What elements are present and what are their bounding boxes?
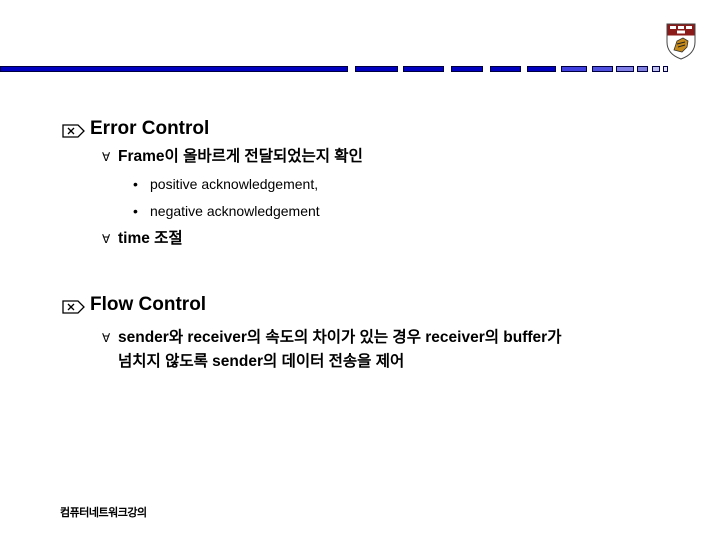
bullet-icon: • — [133, 203, 138, 219]
box-x-arrow-icon — [62, 298, 86, 314]
check-icon: ∀ — [102, 331, 111, 345]
section-flow-control: Flow Control — [62, 294, 206, 316]
sub-list-item: • positive acknowledgement, — [133, 176, 318, 192]
section-title: Error Control — [90, 118, 210, 139]
header-bar-segment — [652, 66, 660, 72]
header-bar-segment — [592, 66, 613, 72]
header-bar-segment — [355, 66, 398, 72]
check-icon: ∀ — [102, 232, 111, 246]
section-error-control: Error Control — [62, 118, 209, 140]
university-crest-icon — [665, 22, 697, 60]
box-x-arrow-icon — [62, 122, 86, 138]
check-icon: ∀ — [102, 150, 111, 164]
header-bar-segment — [637, 66, 648, 72]
section-title: Flow Control — [90, 294, 207, 315]
header-bar-segment — [663, 66, 668, 72]
header-bar-segment — [527, 66, 556, 72]
footer-course-title: 컴퓨터네트워크강의 — [60, 507, 147, 519]
list-item: ∀ time 조절 — [102, 227, 183, 251]
sub-list-item: • negative acknowledgement — [133, 203, 320, 219]
sub-item-text: positive acknowledgement, — [150, 176, 319, 192]
item-text: Frame이 올바르게 전달되었는지 확인 — [118, 148, 363, 165]
list-item: ∀ Frame이 올바르게 전달되었는지 확인 — [102, 145, 363, 169]
header-bar-segment — [451, 66, 483, 72]
header-bar-segment — [490, 66, 521, 72]
item-text-continued: 넘치지 않도록 sender의 데이터 전송을 제어 — [118, 353, 405, 370]
list-item: ∀ sender와 receiver의 속도의 차이가 있는 경우 receive… — [102, 326, 561, 374]
item-text: time 조절 — [118, 230, 183, 247]
header-bar-segment — [0, 66, 348, 72]
bullet-icon: • — [133, 176, 138, 192]
header-bar-segment — [616, 66, 634, 72]
sub-item-text: negative acknowledgement — [150, 203, 320, 219]
header-bar-segment — [403, 66, 444, 72]
header-bar-segment — [561, 66, 587, 72]
item-text: sender와 receiver의 속도의 차이가 있는 경우 receiver… — [118, 329, 562, 346]
